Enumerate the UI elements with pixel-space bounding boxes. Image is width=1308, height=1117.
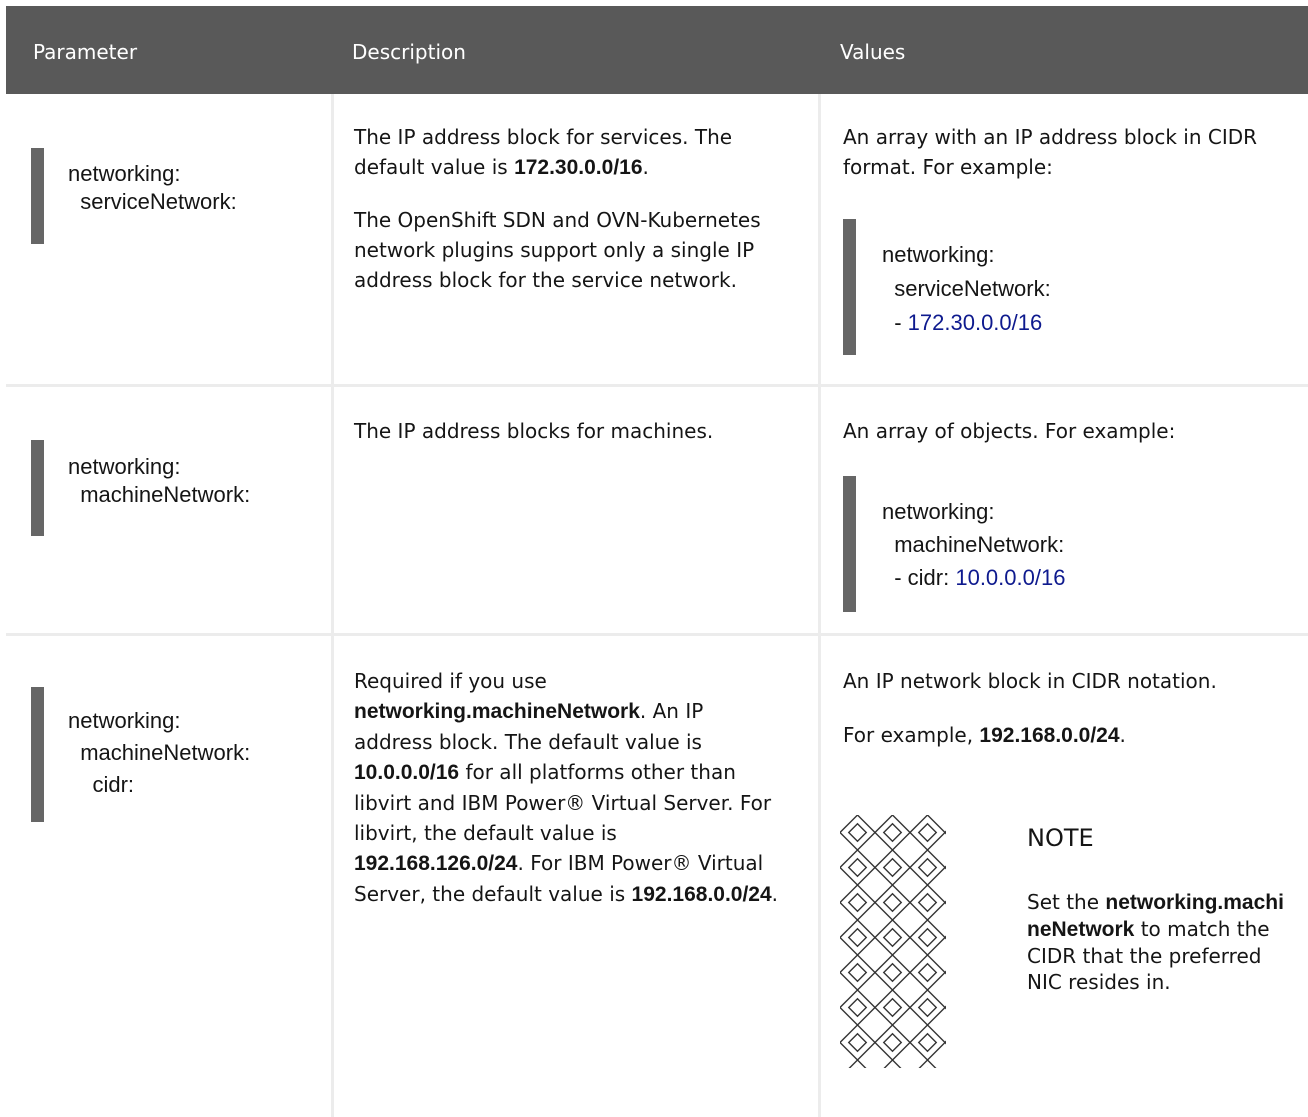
parameter-code-block: networking: serviceNetwork:: [31, 148, 311, 244]
code-number: 172.30.0.0/16: [907, 310, 1043, 335]
value-text: An IP network block in CIDR notation.: [843, 669, 1217, 693]
description-paragraph: The IP address block for services. The d…: [354, 125, 733, 179]
code-line: - cidr: 10.0.0.0/16: [882, 565, 1066, 590]
code-line: serviceNetwork:: [882, 276, 1051, 301]
note-pattern-icon: [840, 815, 946, 1068]
code-bar: [843, 219, 856, 355]
parameter-code-block: networking: machineNetwork: cidr:: [31, 687, 311, 822]
example-code-block: networking: machineNetwork: - cidr: 10.0…: [843, 476, 1283, 612]
code-number: 10.0.0.0/16: [955, 565, 1066, 590]
header-parameter: Parameter: [33, 40, 138, 64]
description-paragraph: The OpenShift SDN and OVN-Kubernetes net…: [354, 208, 761, 292]
table-header: Parameter Description Values: [6, 6, 1308, 94]
code-line: networking:: [882, 499, 995, 524]
parameter-line: networking:: [68, 454, 181, 479]
value-text: An array with an IP address block in CID…: [843, 125, 1258, 179]
code-bar: [31, 440, 44, 536]
column-divider: [818, 94, 821, 1117]
parameter-line: networking:: [68, 161, 181, 186]
value-text: An array of objects. For example:: [843, 419, 1176, 443]
parameter-line: cidr:: [68, 772, 135, 797]
header-description: Description: [352, 40, 466, 64]
value-example: For example, 192.168.0.0/24.: [843, 723, 1126, 747]
parameter-table: Parameter Description Values networking:…: [0, 0, 1308, 1117]
code-line: machineNetwork:: [882, 532, 1065, 557]
parameter-line: machineNetwork:: [68, 740, 251, 765]
code-line: - 172.30.0.0/16: [882, 310, 1043, 335]
description-cell: The IP address blocks for machines.: [354, 419, 714, 443]
code-bar: [31, 148, 44, 244]
parameter-code-block: networking: machineNetwork:: [31, 440, 311, 536]
description-cell: The IP address block for services. The d…: [354, 122, 799, 295]
description-cell: Required if you use networking.machineNe…: [354, 669, 779, 906]
parameter-line: networking:: [68, 708, 181, 733]
parameter-line: serviceNetwork:: [68, 189, 237, 214]
column-divider: [331, 94, 334, 1117]
default-value: 172.30.0.0/16: [514, 156, 643, 179]
example-code-block: networking: serviceNetwork: - 172.30.0.0…: [843, 219, 1283, 355]
code-bar: [843, 476, 856, 612]
code-bar: [31, 687, 44, 822]
row-divider: [6, 633, 1308, 636]
note-title: NOTE: [1027, 824, 1094, 852]
code-line: networking:: [882, 242, 995, 267]
header-values: Values: [840, 40, 906, 64]
parameter-line: machineNetwork:: [68, 482, 251, 507]
note-body: Set the networking.machineNetwork to mat…: [1027, 890, 1284, 994]
row-divider: [6, 384, 1308, 387]
